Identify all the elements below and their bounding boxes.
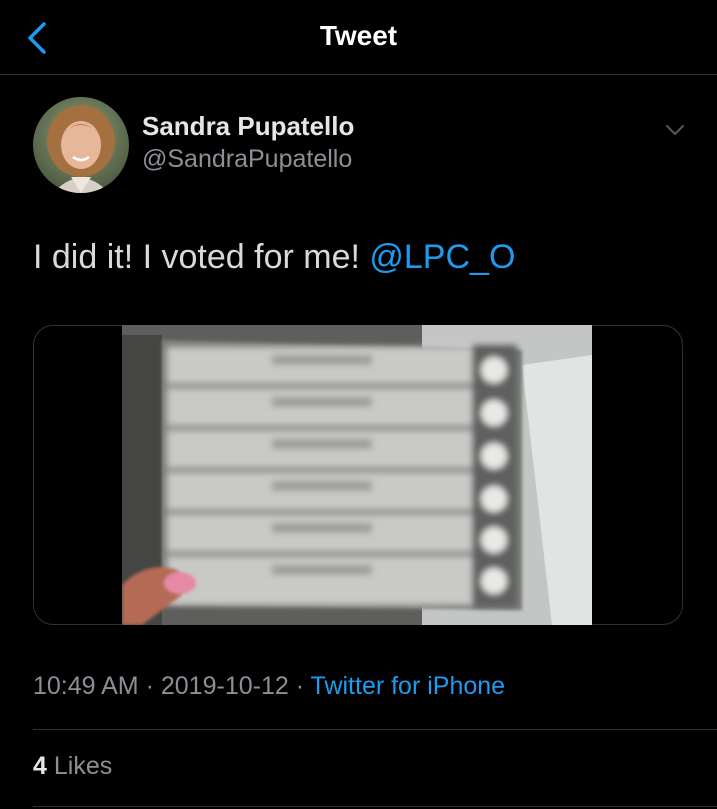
tweet-text: I did it! I voted for me! @LPC_O bbox=[33, 238, 515, 277]
likes-label: Likes bbox=[53, 752, 113, 780]
meta-separator: · bbox=[145, 672, 154, 700]
blurred-ballot-image bbox=[122, 325, 592, 625]
tweet-menu-button[interactable] bbox=[660, 115, 690, 145]
top-nav-bar: Tweet bbox=[0, 0, 717, 75]
tweet-date: 2019-10-12 bbox=[160, 672, 289, 700]
source-link[interactable]: Twitter for iPhone bbox=[311, 672, 506, 700]
likes-count: 4 bbox=[33, 752, 47, 780]
tweet-time: 10:49 AM bbox=[33, 672, 139, 700]
mention-link[interactable]: @LPC_O bbox=[369, 238, 515, 276]
tweet-metadata: 10:49 AM · 2019-10-12 · Twitter for iPho… bbox=[33, 672, 505, 701]
divider bbox=[33, 806, 717, 807]
divider bbox=[33, 729, 717, 730]
likes-stat[interactable]: 4 Likes bbox=[33, 752, 112, 781]
tweet-photo[interactable] bbox=[122, 325, 592, 625]
meta-separator: · bbox=[295, 672, 305, 700]
chevron-down-icon bbox=[666, 125, 684, 135]
avatar[interactable] bbox=[33, 97, 129, 193]
profile-photo bbox=[33, 97, 129, 193]
author-handle: @SandraPupatello bbox=[142, 145, 353, 173]
tweet-body-text: I did it! I voted for me! bbox=[33, 238, 360, 276]
page-title: Tweet bbox=[319, 20, 398, 51]
author-display-name[interactable]: Sandra Pupatello bbox=[142, 111, 354, 142]
